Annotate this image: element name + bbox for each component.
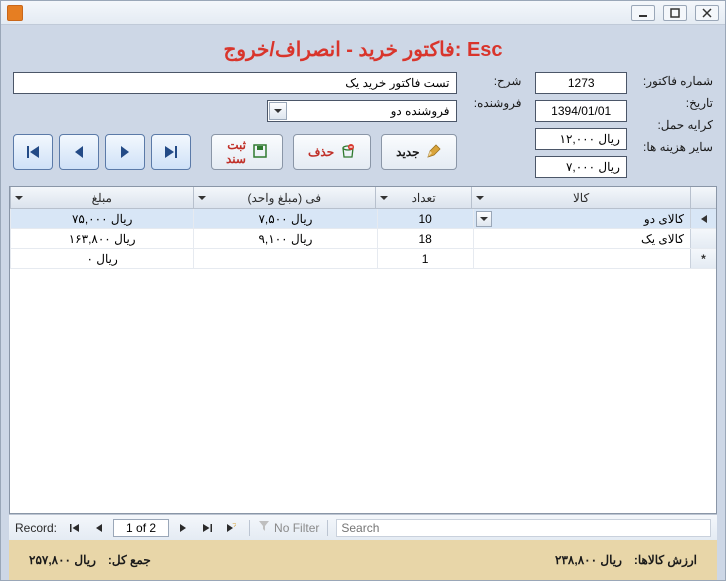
pencil-icon [426, 143, 442, 162]
record-new-button[interactable]: ✳ [221, 519, 241, 537]
label-seller: فروشنده: [471, 94, 522, 110]
other-costs-field[interactable]: ریال ۷,۰۰۰ [535, 156, 626, 178]
cell-amount[interactable]: ریال ۷۵,۰۰۰ [10, 209, 193, 228]
goods-value: ریال ۲۳۸,۸۰۰ [555, 553, 622, 567]
maximize-button[interactable] [663, 5, 687, 21]
cell-qty[interactable]: 1 [377, 249, 473, 268]
table-row[interactable]: کالای یک18ریال ۹,۱۰۰ریال ۱۶۳,۸۰۰ [10, 229, 716, 249]
record-position[interactable] [113, 519, 169, 537]
items-grid[interactable]: کالا تعداد فی (مبلغ واحد) مبلغ کالای دو1… [9, 186, 717, 514]
close-button[interactable] [695, 5, 719, 21]
grand-total: ریال ۲۵۷,۸۰۰ [29, 553, 96, 567]
record-last-button[interactable] [197, 519, 217, 537]
record-prev-button[interactable] [89, 519, 109, 537]
nav-prev-button[interactable] [59, 134, 99, 170]
svg-text:✳: ✳ [232, 523, 236, 531]
table-row[interactable]: کالای دو10ریال ۷,۵۰۰ریال ۷۵,۰۰۰ [10, 209, 716, 229]
row-selector[interactable] [690, 209, 716, 228]
minimize-button[interactable] [631, 5, 655, 21]
delete-icon [340, 143, 356, 162]
nav-first-button[interactable] [13, 134, 53, 170]
row-selector[interactable] [690, 229, 716, 248]
freight-field[interactable]: ریال ۱۲,۰۰۰ [535, 128, 626, 150]
seller-combo[interactable]: فروشنده دو [267, 100, 457, 122]
label-freight: کرایه حمل: [641, 116, 713, 132]
col-unit-price[interactable]: فی (مبلغ واحد) [193, 187, 376, 208]
label-desc: شرح: [471, 72, 522, 88]
col-item[interactable]: کالا [471, 187, 690, 208]
cell-unit-price[interactable]: ریال ۹,۱۰۰ [193, 229, 376, 248]
cell-qty[interactable]: 10 [377, 209, 473, 228]
desc-field[interactable]: تست فاکتور خرید یک [13, 72, 457, 94]
row-selector[interactable]: * [690, 249, 716, 268]
label-invoice-no: شماره فاکتور: [641, 72, 713, 88]
save-icon [252, 143, 268, 162]
invoice-no-field[interactable]: 1273 [535, 72, 626, 94]
row-selector-header [690, 187, 716, 208]
cell-qty[interactable]: 18 [377, 229, 473, 248]
delete-button[interactable]: حذف [293, 134, 371, 170]
table-row[interactable]: * 1 ریال ۰ [10, 249, 716, 269]
cell-unit-price[interactable] [193, 249, 376, 268]
search-input[interactable] [336, 519, 711, 537]
chevron-down-icon[interactable] [269, 102, 287, 120]
new-button[interactable]: جدید [381, 134, 456, 170]
label-date: تاریخ: [641, 94, 713, 110]
cell-item[interactable]: کالای یک [473, 229, 690, 248]
col-qty[interactable]: تعداد [375, 187, 471, 208]
date-field[interactable]: 1394/01/01 [535, 100, 626, 122]
cell-unit-price[interactable]: ریال ۷,۵۰۰ [193, 209, 376, 228]
record-label: Record: [15, 521, 57, 535]
cell-amount[interactable]: ریال ۱۶۳,۸۰۰ [10, 229, 193, 248]
label-other-costs: سایر هزینه ها: [641, 138, 713, 154]
form-icon [7, 5, 23, 21]
goods-value-label: ارزش کالاها: [634, 553, 697, 567]
cell-item[interactable] [473, 249, 690, 268]
record-next-button[interactable] [173, 519, 193, 537]
col-amount[interactable]: مبلغ [10, 187, 193, 208]
cell-item[interactable]: کالای دو [473, 209, 690, 228]
record-first-button[interactable] [65, 519, 85, 537]
form-title: فاکتور خرید - انصراف/خروج: Esc [9, 31, 717, 72]
grand-total-label: جمع کل: [108, 553, 151, 567]
chevron-down-icon[interactable] [476, 211, 492, 227]
nav-next-button[interactable] [105, 134, 145, 170]
nav-last-button[interactable] [151, 134, 191, 170]
filter-indicator[interactable]: No Filter [258, 520, 319, 535]
cell-amount[interactable]: ریال ۰ [10, 249, 193, 268]
filter-icon [258, 520, 270, 535]
save-button[interactable]: ثبت سند [211, 134, 283, 170]
